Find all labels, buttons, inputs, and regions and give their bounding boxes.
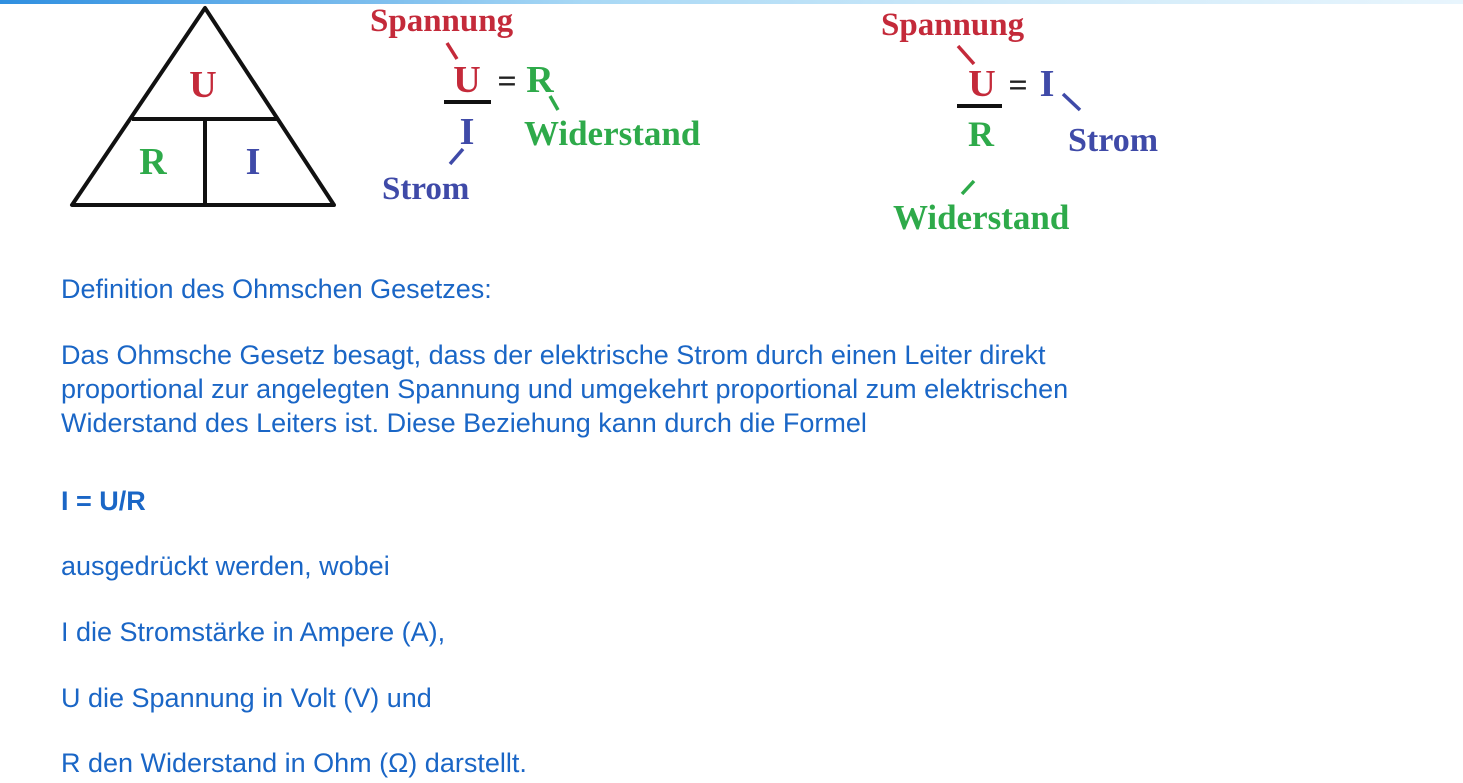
- label-widerstand: Widerstand: [524, 114, 701, 153]
- label-spannung: Spannung: [881, 7, 1025, 43]
- label-strom: Strom: [382, 171, 469, 207]
- triangle-label-r: R: [139, 141, 167, 183]
- label-widerstand: Widerstand: [893, 198, 1070, 237]
- fraction-numerator-u: U: [453, 59, 480, 101]
- fraction-numerator-u: U: [968, 63, 995, 105]
- formula-text: I = U/R: [61, 486, 146, 516]
- label-strom: Strom: [1068, 122, 1158, 159]
- ohms-law-diagrams: U R I Spannung U = R I Widerstand Strom …: [70, 3, 1158, 237]
- formula-resistance: Spannung U = R I Widerstand Strom: [370, 3, 701, 207]
- definition-voltage: U die Spannung in Volt (V) und: [61, 683, 432, 713]
- equals-sign: =: [1008, 67, 1027, 104]
- label-spannung: Spannung: [370, 3, 514, 39]
- triangle-label-i: I: [246, 141, 261, 183]
- equals-sign: =: [497, 63, 516, 100]
- triangle-label-u: U: [189, 64, 216, 106]
- fraction-denominator-r: R: [968, 114, 995, 154]
- definition-resistance: R den Widerstand in Ohm (Ω) darstellt.: [61, 748, 527, 778]
- result-r: R: [526, 59, 554, 101]
- after-formula-text: ausgedrückt werden, wobei: [61, 551, 390, 581]
- fraction-denominator-i: I: [460, 111, 475, 153]
- definition-paragraph: Das Ohmsche Gesetz besagt, dass der elek…: [61, 340, 1069, 438]
- formula-current: Spannung U = I R Strom Widerstand: [881, 7, 1158, 237]
- section-heading: Definition des Ohmschen Gesetzes:: [61, 274, 492, 304]
- definition-current: I die Stromstärke in Ampere (A),: [61, 617, 446, 647]
- result-i: I: [1040, 63, 1055, 105]
- ohm-triangle: U R I: [70, 6, 336, 207]
